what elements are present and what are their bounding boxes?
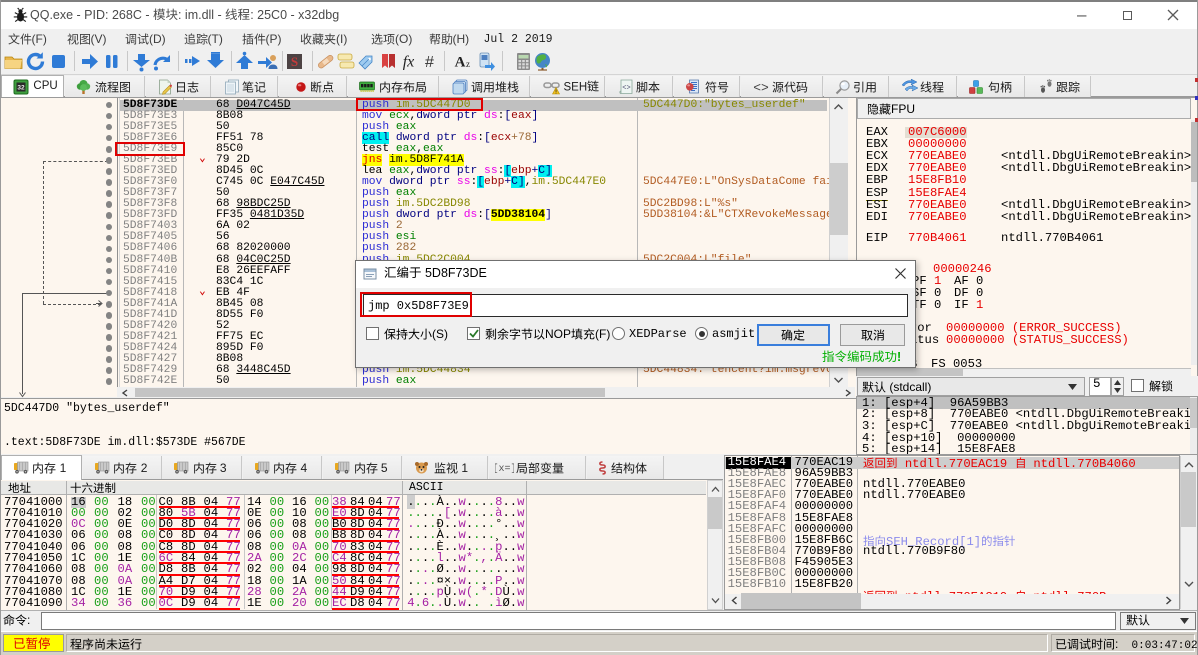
svg-text:[x=]: [x=] [495,463,514,473]
svg-text:S: S [290,54,297,69]
svg-text:#: # [425,54,434,71]
svg-text:<>: <> [754,81,770,95]
svg-text:fx: fx [403,54,415,71]
svg-text:32: 32 [17,85,25,92]
svg-text:z: z [466,59,470,69]
svg-text:A: A [454,55,465,71]
svg-text:<>: <> [622,85,630,93]
svg-text:!: ! [555,89,557,95]
